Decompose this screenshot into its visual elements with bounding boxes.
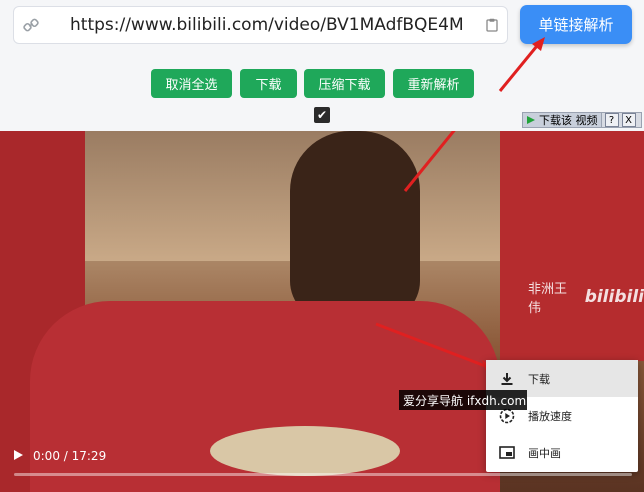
help-button[interactable]: ? <box>604 113 619 127</box>
download-video-label: 下载该 视频 <box>539 114 598 127</box>
menu-item-picture-in-picture[interactable]: 画中画 <box>486 434 638 471</box>
video-watermark: 非洲王伟 bilibili <box>528 278 644 316</box>
video-time: 0:00 / 17:29 <box>33 449 107 463</box>
menu-item-label: 播放速度 <box>528 409 572 423</box>
menu-item-label: 下载 <box>528 372 550 386</box>
video-controls: 0:00 / 17:29 <box>0 442 486 470</box>
video-context-menu: 下载 播放速度 画中画 <box>486 360 638 472</box>
video-progress-bar[interactable] <box>14 473 632 476</box>
download-video-bar[interactable]: 下载该 视频 ? X <box>522 112 642 128</box>
download-video-button[interactable]: 下载该 视频 <box>523 113 602 127</box>
menu-item-label: 画中画 <box>528 446 561 460</box>
play-icon[interactable] <box>13 449 23 463</box>
bilibili-logo: bilibili <box>584 287 644 307</box>
pip-icon <box>486 446 528 459</box>
watermark-author: 非洲王伟 <box>528 282 568 316</box>
download-icon <box>486 372 528 386</box>
play-green-icon <box>527 116 535 124</box>
site-watermark: 爱分享导航 ifxdh.com <box>399 390 527 410</box>
close-button[interactable]: X <box>621 113 636 127</box>
